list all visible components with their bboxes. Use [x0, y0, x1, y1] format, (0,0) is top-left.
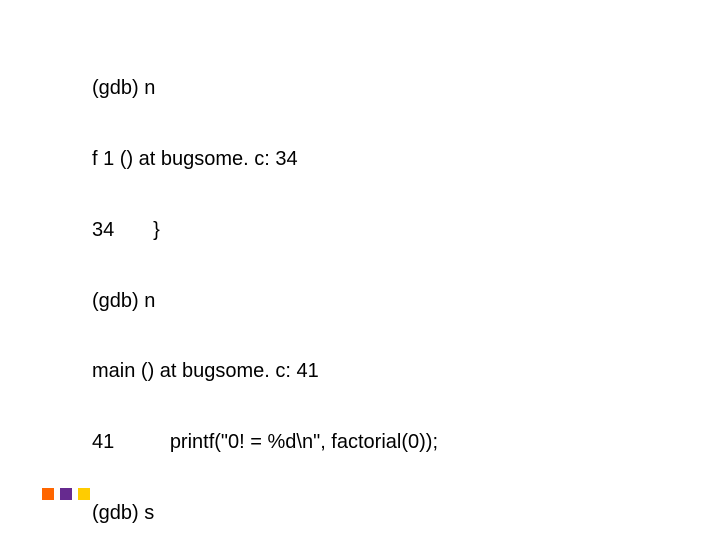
code-line: 41 printf("0! = %d\n", factorial(0));	[92, 431, 438, 455]
decorative-dots	[42, 488, 90, 500]
code-line: f 1 () at bugsome. c: 34	[92, 148, 438, 172]
code-line: main () at bugsome. c: 41	[92, 360, 438, 384]
code-line: 34 }	[92, 219, 438, 243]
square-icon	[42, 488, 54, 500]
slide-page: (gdb) n f 1 () at bugsome. c: 34 34 } (g…	[0, 0, 720, 540]
code-line: (gdb) n	[92, 290, 438, 314]
code-line: (gdb) n	[92, 77, 438, 101]
gdb-session-text: (gdb) n f 1 () at bugsome. c: 34 34 } (g…	[92, 30, 438, 540]
code-line: (gdb) s	[92, 502, 438, 526]
square-icon	[78, 488, 90, 500]
square-icon	[60, 488, 72, 500]
